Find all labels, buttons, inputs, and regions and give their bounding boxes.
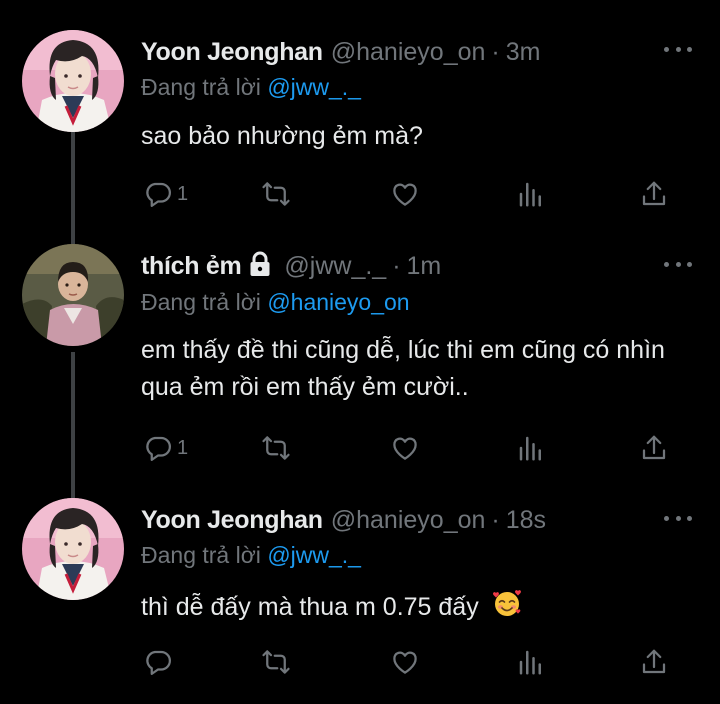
retweet-button[interactable] [261,428,291,468]
timestamp[interactable]: 1m [407,252,442,281]
views-icon [519,650,541,675]
user-handle[interactable]: @hanieyo_on [331,506,486,535]
views-button[interactable] [516,174,546,214]
tweet-2[interactable]: thích ẻm @jww_._ · 1m Đang trả lời @hani… [0,230,720,482]
tweet-header: Yoon Jeonghan @hanieyo_on · 18s [141,503,546,537]
separator: · [491,505,500,534]
separator: · [392,251,401,280]
like-button[interactable] [390,174,420,214]
share-button[interactable] [639,642,669,682]
mention-link[interactable]: @hanieyo_on [267,289,409,315]
smiling-face-with-hearts-emoji [492,588,522,629]
user-handle[interactable]: @hanieyo_on [331,38,486,67]
share-button[interactable] [639,174,669,214]
action-bar: 1 [141,174,681,214]
reply-button[interactable]: 1 [143,174,188,214]
tweet-text: sao bảo nhường ẻm mà? [141,122,423,150]
separator: · [491,37,500,66]
reply-icon [146,436,171,461]
reply-icon [146,182,171,207]
share-button[interactable] [639,428,669,468]
timestamp[interactable]: 3m [506,38,541,67]
reply-button[interactable] [143,642,177,682]
replying-to: Đang trả lời @jww_._ [141,542,361,569]
retweet-button[interactable] [261,642,291,682]
lock-icon [248,251,272,282]
tweet-header: Yoon Jeonghan @hanieyo_on · 3m [141,35,540,69]
replying-to: Đang trả lời @jww_._ [141,74,361,101]
reply-count: 1 [177,436,189,459]
user-handle[interactable]: @jww_._ [284,252,386,281]
retweet-icon [262,182,290,206]
views-button[interactable] [516,642,546,682]
tweet-header: thích ẻm @jww_._ · 1m [141,249,441,283]
tweet-text: em thấy đề thi cũng dễ, lúc thi em cũng … [141,336,665,401]
tweet-3[interactable]: Yoon Jeonghan @hanieyo_on · 18s Đang trả… [0,482,720,704]
share-icon [642,181,666,206]
action-bar [141,642,681,682]
replying-to-label: Đang trả lời [141,74,261,100]
views-button[interactable] [516,428,546,468]
avatar[interactable] [22,498,124,600]
more-icon[interactable] [664,43,692,55]
retweet-icon [262,436,290,460]
like-icon [393,437,417,460]
reply-icon [146,650,171,675]
display-name[interactable]: Yoon Jeonghan [141,38,323,67]
more-icon[interactable] [664,258,692,270]
views-icon [519,182,541,207]
action-bar: 1 [141,428,681,468]
reply-button[interactable]: 1 [143,428,188,468]
retweet-button[interactable] [261,174,291,214]
views-icon [519,436,541,461]
reply-count: 1 [177,182,189,205]
like-icon [393,651,417,674]
share-icon [642,435,666,460]
replying-to: Đang trả lời @hanieyo_on [141,289,410,316]
mention-link[interactable]: @jww_._ [267,542,361,568]
display-name[interactable]: Yoon Jeonghan [141,506,323,535]
retweet-icon [262,650,290,674]
mention-link[interactable]: @jww_._ [267,74,361,100]
avatar[interactable] [22,30,124,132]
tweet-text: thì dễ đấy mà thua m 0.75 đấy [141,588,711,629]
like-icon [393,183,417,206]
avatar[interactable] [22,244,124,346]
like-button[interactable] [390,428,420,468]
tweet-1[interactable]: Yoon Jeonghan @hanieyo_on · 3m Đang trả … [0,0,720,230]
tweet-text-content: thì dễ đấy mà thua m 0.75 đấy [141,593,479,622]
like-button[interactable] [390,642,420,682]
more-icon[interactable] [664,512,692,524]
replying-to-label: Đang trả lời [141,542,261,568]
timestamp[interactable]: 18s [506,506,546,535]
share-icon [642,649,666,674]
replying-to-label: Đang trả lời [141,289,261,315]
display-name[interactable]: thích ẻm [141,252,242,281]
